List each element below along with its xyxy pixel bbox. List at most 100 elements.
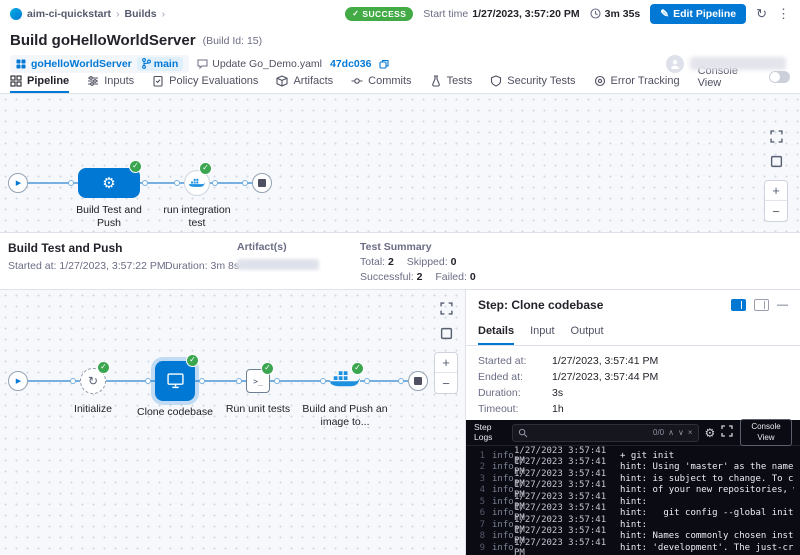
tests-icon — [430, 75, 442, 87]
stage-graph-canvas[interactable]: ▶ ⚙ ✓ Build Test and Push ✓ run integrat… — [0, 94, 800, 232]
tab-error-tracking[interactable]: Error Tracking — [594, 75, 680, 93]
tab-policy-evaluations[interactable]: Policy Evaluations — [152, 75, 258, 93]
repo-name[interactable]: goHelloWorldServer — [31, 58, 132, 70]
tab-pipeline[interactable]: Pipeline — [10, 75, 69, 93]
success-check-icon: ✓ — [129, 160, 142, 173]
tab-security-tests[interactable]: Security Tests — [490, 75, 575, 93]
tab-label: Security Tests — [507, 75, 575, 87]
steps-end-node[interactable] — [408, 371, 428, 391]
log-fullscreen-icon[interactable] — [721, 425, 733, 440]
zoom-in-button[interactable]: + — [765, 181, 787, 201]
zoom-out-button[interactable]: − — [765, 201, 787, 221]
breadcrumb-builds[interactable]: Builds — [125, 8, 157, 20]
step-label[interactable]: Clone codebase — [132, 406, 218, 419]
console-view-toggle[interactable] — [769, 71, 790, 83]
log-message: hint: — [620, 520, 794, 530]
error-tracking-icon — [594, 75, 606, 87]
console-view-button[interactable]: Console View — [740, 419, 792, 446]
tab-commits[interactable]: Commits — [351, 75, 411, 93]
success-check-icon: ✓ — [351, 362, 364, 375]
stage-label[interactable]: run integration test — [154, 204, 240, 230]
log-message: hint: Names commonly chosen instead of — [620, 531, 794, 541]
status-label: SUCCESS — [362, 9, 406, 19]
split-view-icon[interactable] — [754, 299, 769, 311]
log-search-box: 0/0 ∧ ∨ × — [512, 424, 699, 442]
comment-icon — [197, 59, 208, 69]
stage-canvas-controls: + − — [764, 130, 788, 222]
stage-label[interactable]: Build Test and Push — [66, 204, 152, 230]
tab-details[interactable]: Details — [478, 325, 514, 345]
search-prev-icon[interactable]: ∧ — [668, 429, 674, 437]
search-next-icon[interactable]: ∨ — [678, 429, 684, 437]
play-icon: ▶ — [16, 378, 21, 385]
pipeline-start-node[interactable]: ▶ — [8, 173, 28, 193]
tab-label: Commits — [368, 75, 411, 87]
breadcrumb-project[interactable]: aim-ci-quickstart — [27, 8, 111, 20]
search-icon — [518, 428, 528, 438]
branch-chip[interactable]: main — [137, 57, 184, 71]
total-value: 2 — [388, 256, 394, 268]
tab-input[interactable]: Input — [530, 325, 554, 345]
stage-node-build-test-push[interactable]: ⚙ — [78, 168, 140, 198]
fit-view-icon[interactable] — [440, 327, 453, 340]
artifacts-column: Artifact(s) — [237, 241, 319, 270]
step-label[interactable]: Build and Push an image to... — [302, 403, 388, 429]
initialize-icon: ↻ — [88, 374, 98, 388]
zoom-in-button[interactable]: + — [435, 353, 457, 373]
detail-label: Timeout: — [478, 403, 552, 415]
copy-icon[interactable] — [379, 59, 389, 69]
fullscreen-icon[interactable] — [770, 130, 783, 143]
steps-start-node[interactable]: ▶ — [8, 371, 28, 391]
play-icon: ▶ — [16, 180, 21, 187]
execution-split: ▶ ↻ ✓ Initialize ✓ Clone codebase >_ ✓ R… — [0, 290, 800, 555]
duration-label: Duration: — [165, 260, 208, 272]
test-summary-line-1: Total: 2 Skipped: 0 — [360, 256, 486, 268]
log-line-number: 4 — [472, 485, 485, 495]
detail-label: Ended at: — [478, 371, 552, 383]
detail-label: Duration: — [478, 387, 552, 399]
log-message: hint: of your new repositories, which w — [620, 485, 794, 495]
tab-tests[interactable]: Tests — [430, 75, 473, 93]
log-lines[interactable]: 1info1/27/2023 3:57:41 PM+ git init 2inf… — [466, 446, 800, 554]
breadcrumb-separator: › — [116, 8, 120, 20]
log-settings-gear-icon[interactable]: ⚙ — [705, 426, 716, 440]
step-node-clone-codebase[interactable] — [155, 361, 195, 401]
panel-layout-controls: — — [731, 299, 788, 311]
commit-hash-link[interactable]: 47dc036 — [330, 58, 371, 70]
stage-name: Build Test and Push — [8, 241, 122, 255]
user-avatar — [666, 55, 684, 73]
more-options-icon[interactable]: ⋮ — [777, 7, 790, 20]
tab-output[interactable]: Output — [571, 325, 604, 345]
tab-artifacts[interactable]: Artifacts — [276, 75, 333, 93]
pipeline-end-node[interactable] — [252, 173, 272, 193]
log-level: info — [492, 531, 514, 541]
repo-chip[interactable]: goHelloWorldServer main — [10, 55, 189, 73]
minimize-icon[interactable]: — — [777, 299, 788, 311]
split-view-active-icon[interactable] — [731, 299, 746, 311]
check-icon: ✓ — [352, 9, 359, 18]
log-timestamp: 1/27/2023 3:57:41 PM — [514, 538, 620, 555]
step-label[interactable]: Initialize — [50, 403, 136, 416]
success-check-icon: ✓ — [186, 354, 199, 367]
build-id: (Build Id: 15) — [203, 35, 263, 47]
search-close-icon[interactable]: × — [688, 429, 693, 437]
zoom-out-button[interactable]: − — [435, 373, 457, 393]
fullscreen-icon[interactable] — [440, 302, 453, 315]
step-panel-header: Step: Clone codebase — — [466, 290, 800, 320]
log-search-input[interactable] — [532, 428, 649, 438]
test-summary-column: Test Summary Total: 2 Skipped: 0 Success… — [360, 241, 486, 283]
step-label[interactable]: Run unit tests — [215, 403, 301, 416]
repo-icon — [16, 59, 26, 69]
refresh-icon[interactable]: ↻ — [756, 7, 767, 20]
detail-label: Started at: — [478, 355, 552, 367]
step-graph-canvas[interactable]: ▶ ↻ ✓ Initialize ✓ Clone codebase >_ ✓ R… — [0, 290, 465, 555]
tab-inputs[interactable]: Inputs — [87, 75, 134, 93]
successful-value: 2 — [417, 271, 423, 283]
edit-pipeline-button[interactable]: ✎ Edit Pipeline — [650, 4, 746, 24]
log-level: info — [492, 520, 514, 530]
edge-dot — [242, 180, 248, 186]
edge-dot — [70, 378, 76, 384]
edit-pipeline-label: Edit Pipeline — [673, 8, 736, 20]
fit-view-icon[interactable] — [770, 155, 783, 168]
tab-label: Policy Evaluations — [169, 75, 258, 87]
